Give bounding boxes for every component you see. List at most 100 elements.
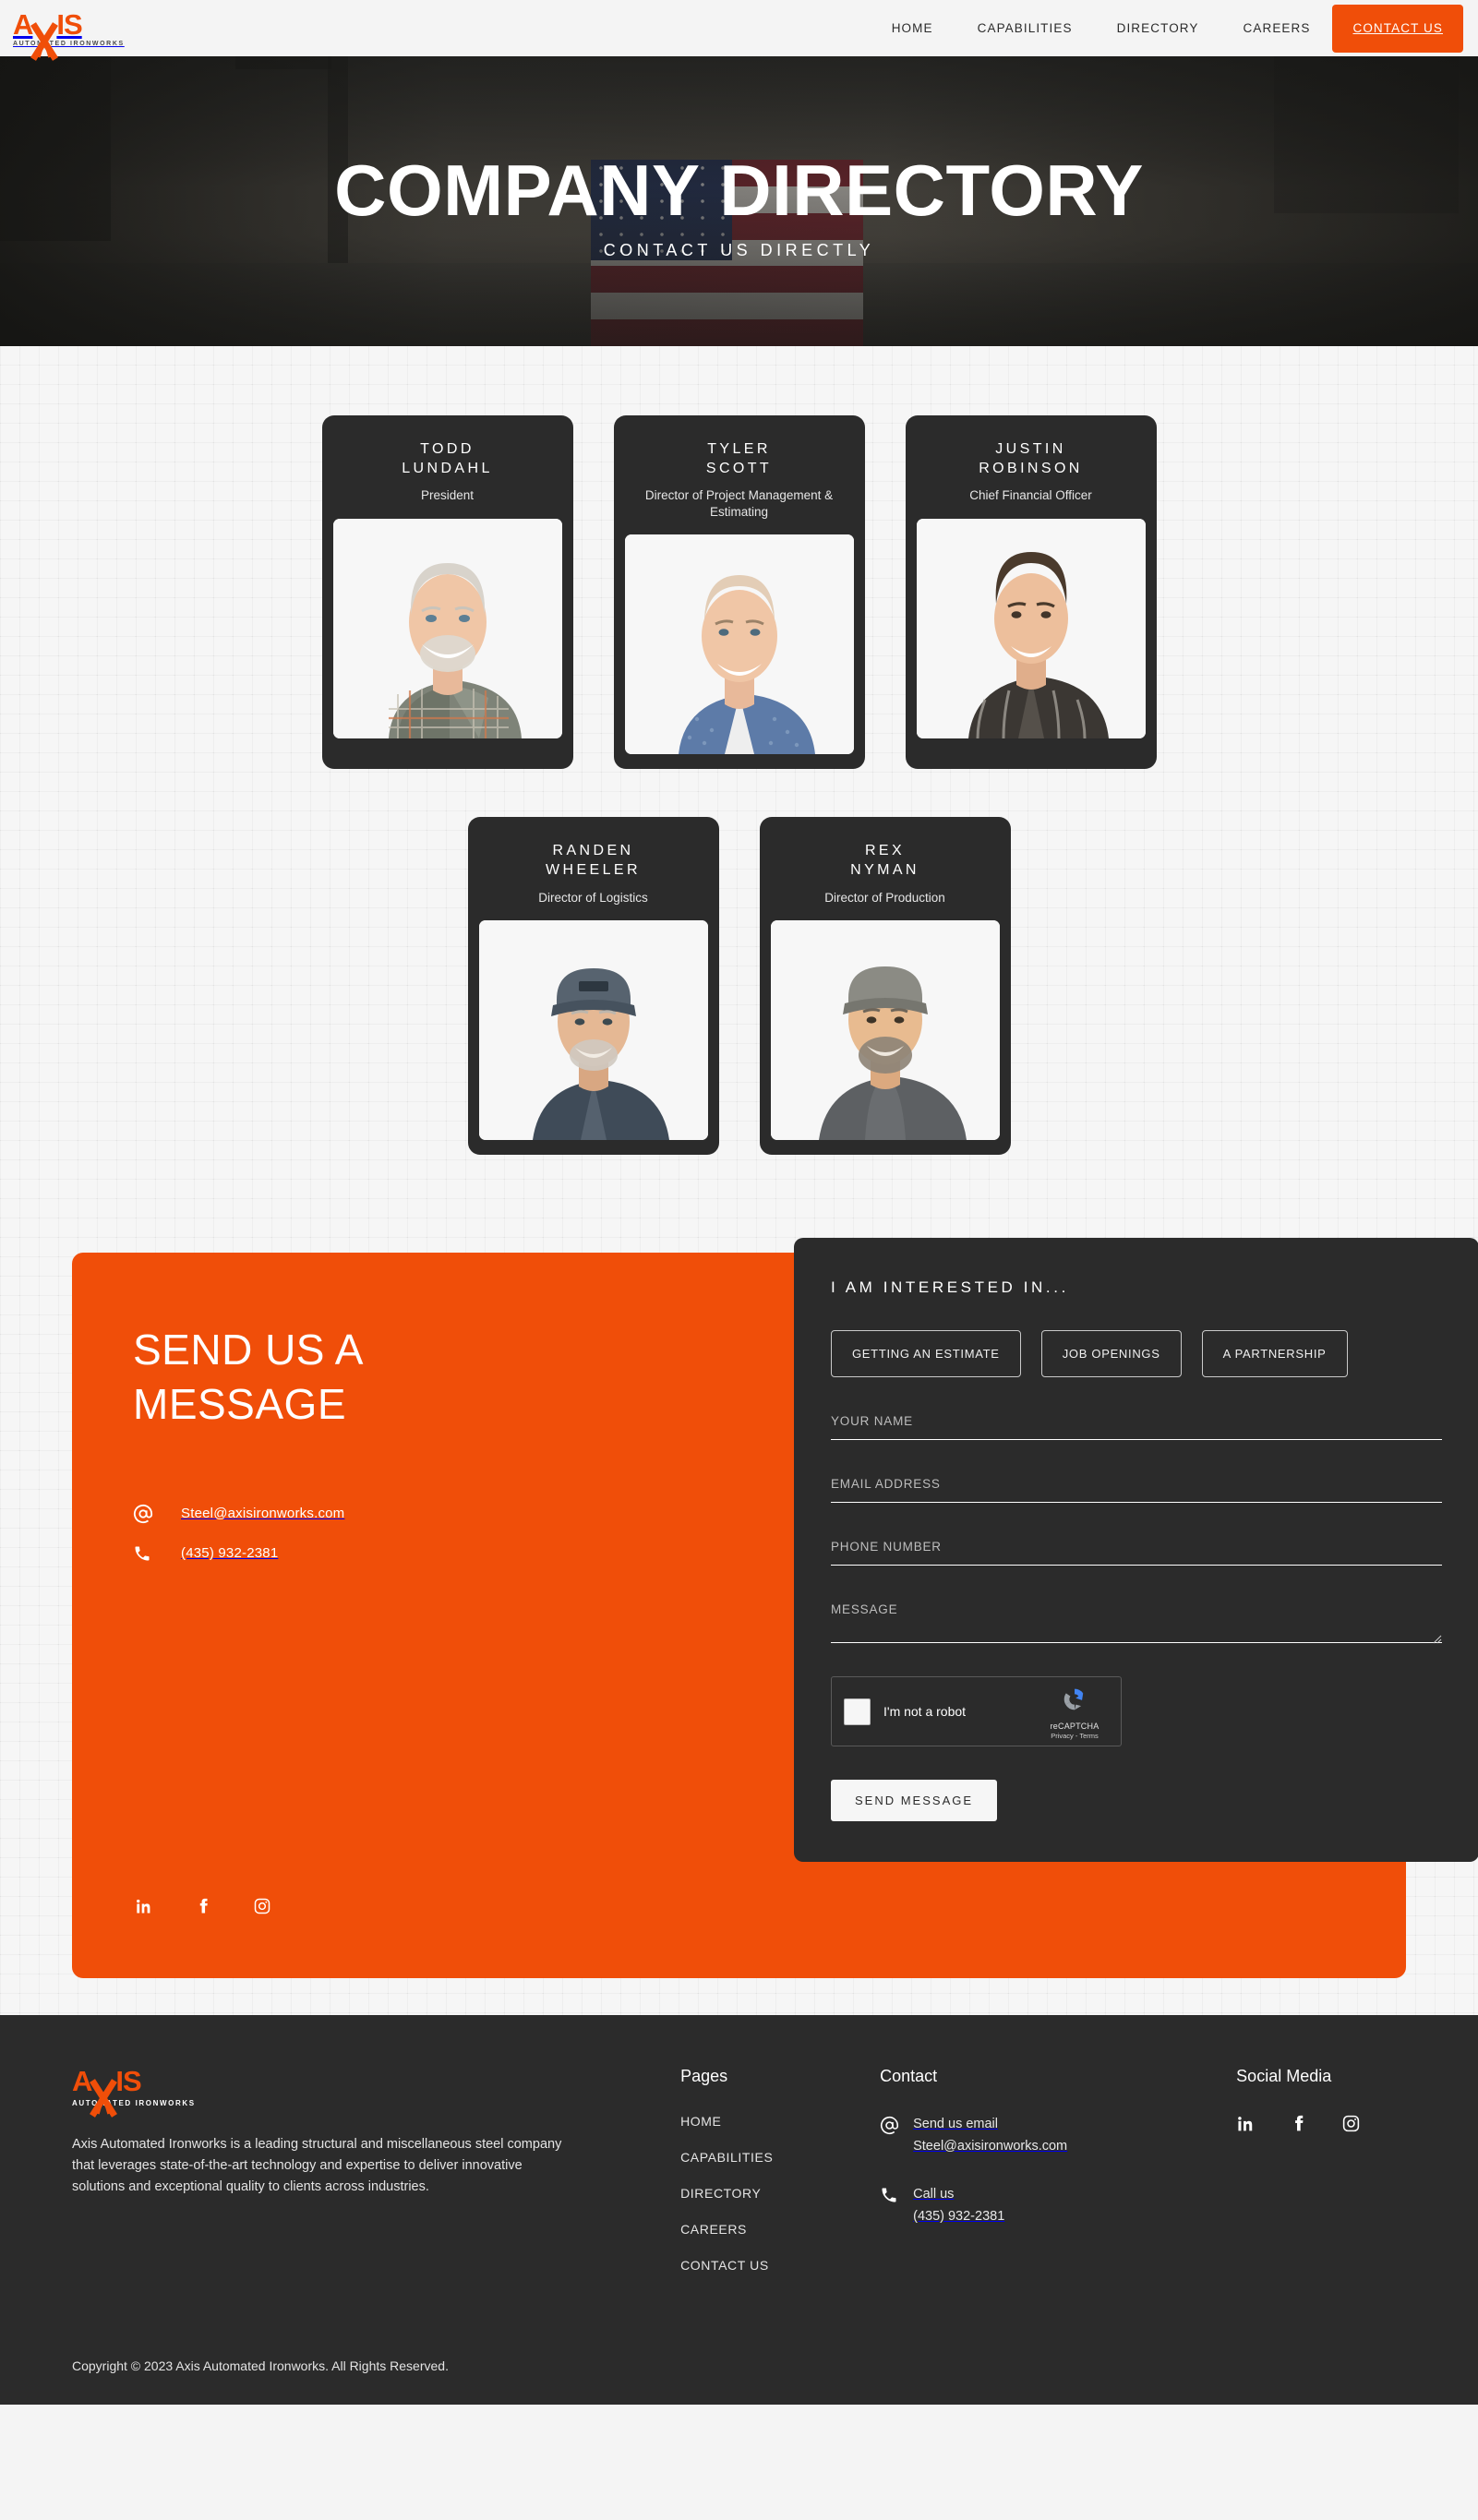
footer-description: Axis Automated Ironworks is a leading st… [72, 2137, 562, 2195]
interest-partnership-button[interactable]: A PARTNERSHIP [1201, 1330, 1348, 1378]
employee-role: Chief Financial Officer [969, 488, 1092, 503]
contact-form-panel: I AM INTERESTED IN... GETTING AN ESTIMAT… [794, 1238, 1478, 1863]
footer-phone-body: Call us (435) 932-2381 [913, 2184, 1004, 2228]
recaptcha-checkbox[interactable] [844, 1698, 871, 1725]
send-message-button[interactable]: SEND MESSAGE [831, 1780, 998, 1822]
footer-email-row[interactable]: Send us email Steel@axisironworks.com [880, 2114, 1236, 2158]
resize-handle-icon[interactable] [1433, 1632, 1442, 1644]
recaptcha-branding: reCAPTCHA Privacy - Terms [1040, 1684, 1109, 1740]
linkedin-icon[interactable] [135, 1897, 153, 1915]
employee-card[interactable]: TYLER SCOTT Director of Project Managemen… [613, 415, 865, 770]
recaptcha-label: I'm not a robot [883, 1704, 967, 1720]
footer-email-value: Steel@axisironworks.com [913, 2139, 1068, 2154]
contact-phone-text: (435) 932-2381 [181, 1545, 279, 1562]
nav-contact-us-button[interactable]: CONTACT US [1332, 4, 1463, 53]
main-content: TODD LUNDAHL President TYLER SCOTT Direc… [0, 346, 1478, 2015]
footer-phone-value: (435) 932-2381 [913, 2208, 1005, 2224]
footer-brand-column: A IS AUTOMATED IRONWORKS Axis Automated I… [72, 2067, 680, 2294]
employee-role: Director of Project Management & Estimat… [644, 488, 834, 519]
field-email-address[interactable]: EMAIL ADDRESS [831, 1477, 1442, 1504]
footer-contact-title: Contact [880, 2067, 938, 2086]
field-your-name[interactable]: YOUR NAME [831, 1414, 1442, 1441]
your-name-label: YOUR NAME [831, 1414, 913, 1429]
footer-email-body: Send us email Steel@axisironworks.com [913, 2114, 1067, 2158]
footer-pages-title: Pages [680, 2067, 728, 2086]
footer-email-label: Send us email [913, 2117, 998, 2132]
footer-phone-row[interactable]: Call us (435) 932-2381 [880, 2184, 1236, 2228]
employee-name: JUSTIN ROBINSON [979, 441, 1083, 477]
directory-row-1: TODD LUNDAHL President TYLER SCOTT Direc… [0, 415, 1478, 770]
phone-icon [880, 2184, 913, 2228]
interest-options: GETTING AN ESTIMATE JOB OPENINGS A PARTN… [831, 1330, 1442, 1378]
phone-number-underline [831, 1565, 1442, 1566]
employee-card[interactable]: JUSTIN ROBINSON Chief Financial Officer [905, 415, 1157, 770]
instagram-icon[interactable] [253, 1897, 271, 1915]
employee-name: TODD LUNDAHL [402, 441, 493, 477]
nav-item-home[interactable]: HOME [870, 0, 955, 56]
site-footer: A IS AUTOMATED IRONWORKS Axis Automated I… [0, 2015, 1478, 2406]
message-label: MESSAGE [831, 1602, 898, 1617]
footer-logo-wordmark: A IS [72, 2067, 196, 2118]
primary-nav: HOME CAPABILITIES DIRECTORY CAREERS CONT… [870, 0, 1478, 56]
employee-photo [916, 518, 1146, 738]
footer-social-links [1236, 2114, 1406, 2133]
employee-card[interactable]: RANDEN WHEELER Director of Logistics [467, 817, 719, 1156]
footer-link-home[interactable]: HOME [680, 2114, 880, 2129]
contact-email-text: Steel@axisironworks.com [181, 1506, 345, 1522]
instagram-icon[interactable] [1341, 2114, 1361, 2133]
employee-name: RANDEN WHEELER [546, 843, 641, 879]
field-message[interactable]: MESSAGE [831, 1602, 1442, 1644]
employee-photo [624, 534, 854, 755]
your-name-underline [831, 1439, 1442, 1441]
recaptcha-logo-icon [1063, 1688, 1084, 1710]
employee-photo [332, 518, 562, 738]
footer-link-capabilities[interactable]: CAPABILITIES [680, 2150, 880, 2165]
site-logo[interactable]: A IS AUTOMATED IRONWORKS [13, 10, 151, 61]
message-underline [831, 1635, 1442, 1644]
footer-link-careers[interactable]: CAREERS [680, 2222, 880, 2237]
employee-role: Director of Production [824, 890, 945, 905]
contact-section: SEND US A MESSAGE Steel@axisironworks.co… [0, 1238, 1478, 1979]
footer-phone-label: Call us [913, 2186, 955, 2202]
employee-photo [478, 920, 708, 1141]
nav-item-directory[interactable]: DIRECTORY [1095, 0, 1221, 56]
footer-link-directory[interactable]: DIRECTORY [680, 2186, 880, 2201]
footer-social-column: Social Media [1236, 2067, 1406, 2294]
phone-number-label: PHONE NUMBER [831, 1540, 942, 1554]
field-phone-number[interactable]: PHONE NUMBER [831, 1540, 1442, 1566]
facebook-icon[interactable] [1289, 2114, 1308, 2133]
employee-card[interactable]: TODD LUNDAHL President [321, 415, 573, 770]
at-sign-icon [133, 1504, 164, 1524]
employee-name: TYLER SCOTT [705, 441, 773, 477]
site-header: A IS AUTOMATED IRONWORKS HOME CAPABILITIE… [0, 0, 1478, 61]
interest-estimate-button[interactable]: GETTING AN ESTIMATE [831, 1330, 1021, 1378]
linkedin-icon[interactable] [1236, 2114, 1256, 2133]
footer-logo[interactable]: A IS AUTOMATED IRONWORKS [72, 2067, 196, 2118]
logo-wordmark: A IS [13, 10, 151, 61]
hero-subtitle: CONTACT US DIRECTLY [603, 240, 875, 259]
employee-photo [770, 920, 1000, 1141]
footer-link-contact-us[interactable]: CONTACT US [680, 2258, 880, 2273]
phone-icon [133, 1544, 164, 1563]
footer-social-title: Social Media [1236, 2067, 1332, 2086]
recaptcha-terms-text[interactable]: Privacy - Terms [1040, 1732, 1109, 1740]
employee-role: President [420, 488, 475, 503]
employee-name: REX NYMAN [850, 843, 919, 879]
contact-social-links [135, 1897, 271, 1915]
recaptcha-brand-text: reCAPTCHA [1050, 1721, 1099, 1731]
facebook-icon[interactable] [194, 1897, 212, 1915]
email-address-label: EMAIL ADDRESS [831, 1477, 941, 1492]
nav-item-careers[interactable]: CAREERS [1221, 0, 1333, 56]
page-title: COMPANY DIRECTORY [334, 149, 1144, 231]
interest-job-openings-button[interactable]: JOB OPENINGS [1040, 1330, 1182, 1378]
employee-card[interactable]: REX NYMAN Director of Production [759, 817, 1011, 1156]
footer-copyright: Copyright © 2023 Axis Automated Ironwork… [72, 2358, 449, 2374]
page-root: A IS AUTOMATED IRONWORKS HOME CAPABILITIE… [0, 0, 1478, 2406]
nav-item-capabilities[interactable]: CAPABILITIES [955, 0, 1095, 56]
at-sign-icon [880, 2114, 913, 2158]
footer-pages-column: Pages HOME CAPABILITIES DIRECTORY CAREER… [680, 2067, 880, 2294]
employee-role: Director of Logistics [538, 890, 648, 905]
contact-heading: SEND US A MESSAGE [133, 1326, 362, 1428]
footer-contact-column: Contact Send us email Steel@axisironwork… [880, 2067, 1236, 2294]
recaptcha-widget[interactable]: I'm not a robot reCAPTCHA Privacy - Term… [831, 1676, 1122, 1747]
